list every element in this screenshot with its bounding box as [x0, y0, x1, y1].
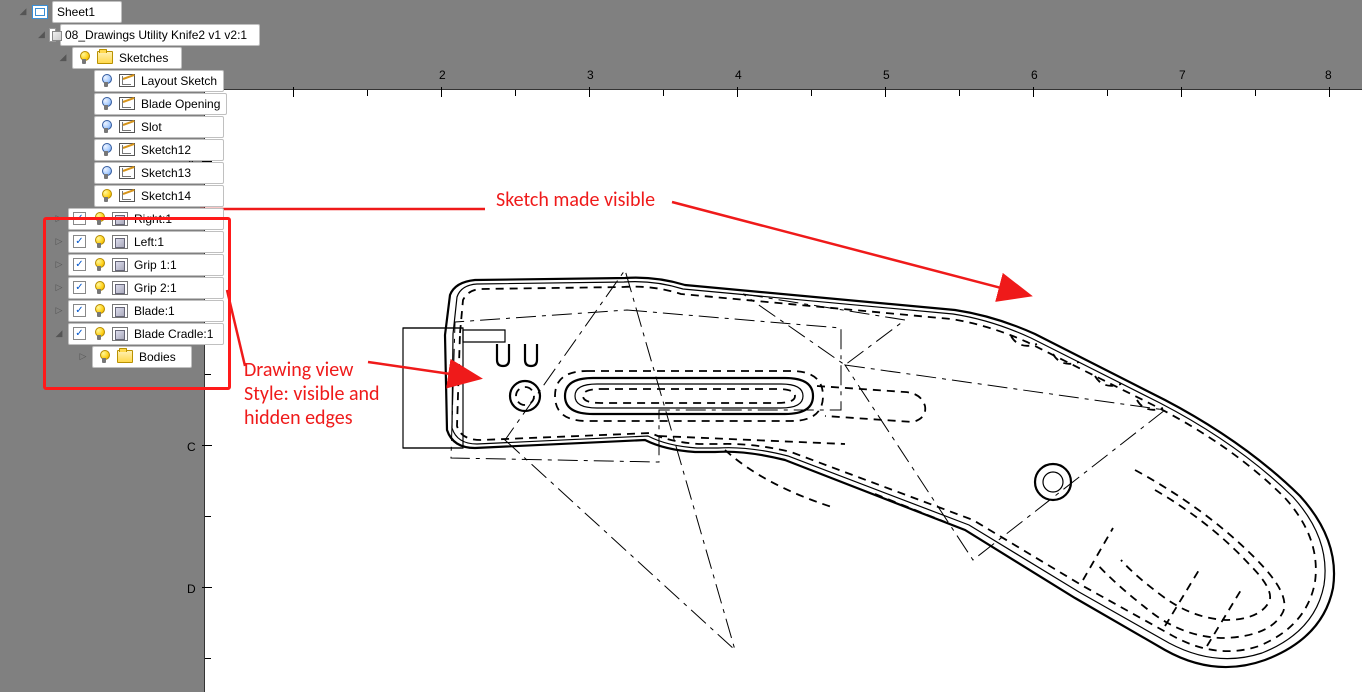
body-icon [112, 235, 128, 249]
tree-label: Sketch14 [141, 189, 191, 203]
ruler-number: 6 [1031, 68, 1038, 82]
tree-label: Layout Sketch [141, 74, 217, 88]
tree-node-bodies-folder[interactable]: Bodies [92, 346, 192, 368]
tree-label: Sketches [119, 51, 168, 65]
expand-toggle[interactable]: ▷ [54, 213, 64, 224]
visibility-bulb-icon[interactable] [99, 189, 113, 203]
body-icon [112, 327, 128, 341]
expand-toggle[interactable]: ▷ [54, 305, 64, 316]
sketch-icon [119, 166, 135, 179]
tree-label: Sketch13 [141, 166, 191, 180]
body-icon [112, 304, 128, 318]
visibility-bulb-icon[interactable] [99, 97, 113, 111]
tree-node-sketches-folder[interactable]: Sketches [72, 47, 182, 69]
visibility-bulb-icon[interactable] [92, 235, 106, 249]
tree-node-sketch[interactable]: Sketch14 [94, 185, 224, 207]
ruler-number: 2 [439, 68, 446, 82]
tree-label: Blade:1 [134, 304, 175, 318]
tree-label: 08_Drawings Utility Knife2 v1 v2:1 [65, 28, 247, 42]
expand-toggle[interactable]: ▷ [54, 236, 64, 247]
body-icon [112, 212, 128, 226]
tree-label: Bodies [139, 350, 176, 364]
tree-node-sketch[interactable]: Sketch13 [94, 162, 224, 184]
tree-node-part[interactable]: ✓ Grip 1:1 [68, 254, 224, 276]
sketch-icon [119, 120, 135, 133]
tree-label: Grip 1:1 [134, 258, 177, 272]
sheet-icon [32, 5, 48, 19]
checkbox[interactable]: ✓ [73, 212, 86, 225]
tree-node-part[interactable]: ✓ Grip 2:1 [68, 277, 224, 299]
checkbox[interactable]: ✓ [73, 327, 86, 340]
ruler-letter: C [187, 440, 196, 454]
tree-label: Sheet1 [57, 5, 95, 19]
checkbox[interactable]: ✓ [73, 235, 86, 248]
annotation-sketch-visible: Sketch made visible [496, 188, 655, 212]
expand-toggle[interactable]: ◢ [58, 52, 68, 63]
tree-node-part[interactable]: ✓ Left:1 [68, 231, 224, 253]
ruler-number: 5 [883, 68, 890, 82]
folder-icon [117, 350, 133, 363]
tree-node-sketch[interactable]: Blade Opening [94, 93, 227, 115]
checkbox[interactable]: ✓ [73, 281, 86, 294]
expand-toggle[interactable]: ◢ [38, 29, 45, 40]
checkbox[interactable]: ✓ [73, 304, 86, 317]
sketch-icon [119, 143, 135, 156]
visibility-bulb-icon[interactable] [99, 143, 113, 157]
browser-tree[interactable]: ◢ Sheet1 ◢ 08_Drawings Utility Knife2 v1… [0, 0, 260, 368]
ruler-number: 3 [587, 68, 594, 82]
visibility-bulb-icon[interactable] [99, 74, 113, 88]
expand-toggle[interactable]: ▷ [78, 351, 88, 362]
ruler-number: 4 [735, 68, 742, 82]
tree-label: Sketch12 [141, 143, 191, 157]
visibility-bulb-icon[interactable] [92, 304, 106, 318]
visibility-bulb-icon[interactable] [92, 327, 106, 341]
tree-label: Right:1 [134, 212, 172, 226]
body-icon [112, 258, 128, 272]
ruler-letter: D [187, 582, 196, 596]
checkbox[interactable]: ✓ [73, 258, 86, 271]
ruler-number: 7 [1179, 68, 1186, 82]
tree-node-sketch[interactable]: Sketch12 [94, 139, 224, 161]
tree-node-sheet[interactable]: Sheet1 [52, 1, 122, 23]
expand-toggle[interactable]: ▷ [54, 259, 64, 270]
expand-toggle[interactable]: ▷ [54, 282, 64, 293]
visibility-bulb-icon[interactable] [92, 212, 106, 226]
tree-node-sketch[interactable]: Slot [94, 116, 224, 138]
tree-node-part[interactable]: ✓ Right:1 [68, 208, 224, 230]
tree-label: Blade Cradle:1 [134, 327, 213, 341]
sketch-icon [119, 97, 135, 110]
tree-label: Left:1 [134, 235, 164, 249]
component-icon [49, 28, 56, 42]
tree-label: Slot [141, 120, 162, 134]
expand-toggle[interactable]: ◢ [54, 328, 64, 339]
ruler-number: 8 [1325, 68, 1332, 82]
body-icon [112, 281, 128, 295]
expand-toggle[interactable]: ◢ [18, 6, 28, 17]
tree-node-root-component[interactable]: 08_Drawings Utility Knife2 v1 v2:1 [60, 24, 260, 46]
tree-label: Blade Opening [141, 97, 220, 111]
tree-node-part[interactable]: ✓ Blade:1 [68, 300, 224, 322]
annotation-drawing-view: Drawing view Style: visible and hidden e… [244, 358, 380, 430]
visibility-bulb-icon[interactable] [99, 166, 113, 180]
visibility-bulb-icon[interactable] [99, 120, 113, 134]
tree-node-sketch[interactable]: Layout Sketch [94, 70, 224, 92]
tree-label: Grip 2:1 [134, 281, 177, 295]
visibility-bulb-icon[interactable] [77, 51, 91, 65]
sketch-icon [119, 189, 135, 202]
visibility-bulb-icon[interactable] [97, 350, 111, 364]
folder-icon [97, 51, 113, 64]
visibility-bulb-icon[interactable] [92, 281, 106, 295]
visibility-bulb-icon[interactable] [92, 258, 106, 272]
sketch-icon [119, 74, 135, 87]
tree-node-part[interactable]: ✓ Blade Cradle:1 [68, 323, 224, 345]
